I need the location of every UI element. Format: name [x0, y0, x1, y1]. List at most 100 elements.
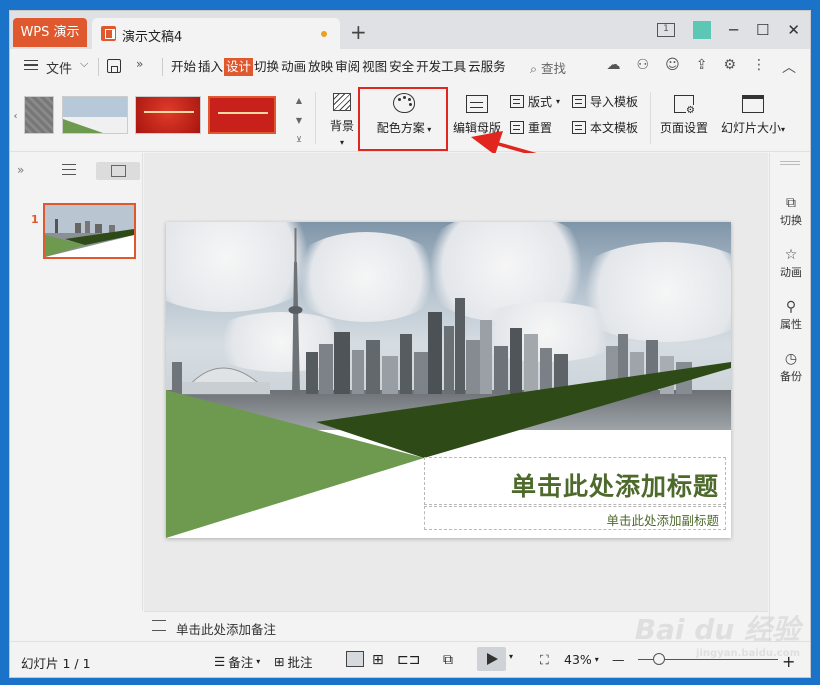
slide-view-button[interactable] — [96, 162, 140, 180]
app-tab[interactable]: WPS 演示 — [13, 18, 87, 47]
slide-subtitle: 单击此处添加副标题 — [606, 513, 719, 528]
search-button[interactable]: ⌕ 查找 — [530, 58, 566, 77]
divider — [98, 58, 99, 76]
properties-label: 属性 — [780, 318, 802, 331]
background-button[interactable]: 背景 ▾ — [327, 93, 357, 148]
slide-thumbnail-panel: » 1 — [10, 153, 143, 611]
tab-4[interactable]: 动画 — [280, 58, 307, 76]
chevron-down-icon[interactable]: ⌵ — [80, 57, 88, 71]
normal-view-button[interactable] — [346, 651, 364, 667]
theme-thumbnail[interactable] — [24, 96, 54, 134]
backup-label: 备份 — [780, 370, 802, 383]
minimize-button[interactable]: ─ — [729, 21, 738, 39]
tab-1[interactable]: 插入 — [197, 58, 224, 76]
notes-placeholder: 单击此处添加备注 — [176, 622, 277, 637]
task-pane-rail: ⧉ 切换 ☆ 动画 ⚲ 属性 ◷ 备份 — [769, 153, 810, 641]
theme-thumbnail[interactable] — [62, 96, 128, 134]
chevron-up-icon[interactable]: ▲ — [296, 96, 302, 105]
ribbon-tabs: 开始 插入 设计 切换 动画 放映 审阅 视图 安全 开发工具 云服务 — [170, 58, 507, 76]
more-options-icon[interactable]: ⋮ — [752, 57, 766, 77]
animation-star-icon: ☆ — [784, 247, 798, 263]
slide-size-button[interactable]: 幻灯片大小▾ — [717, 95, 789, 136]
tab-5[interactable]: 放映 — [307, 58, 334, 76]
layout-button[interactable]: 版式 ▾ — [510, 93, 560, 110]
layout-label: 版式 — [528, 95, 553, 109]
notes-toggle-button[interactable]: ☰ 备注 ▾ — [214, 652, 260, 671]
zoom-out-button[interactable]: — — [612, 652, 625, 667]
chevron-down-icon[interactable]: ▼ — [296, 116, 302, 125]
tab-7[interactable]: 视图 — [361, 58, 388, 76]
animation-pane-button[interactable]: ☆ 动画 — [770, 247, 810, 280]
file-menu[interactable]: 文件 — [46, 58, 72, 77]
background-icon — [333, 93, 351, 111]
expand-gallery-icon[interactable]: ⊻ — [296, 135, 302, 144]
chevron-down-icon[interactable]: ▾ — [509, 652, 513, 661]
transition-label: 切换 — [780, 214, 802, 227]
theme-thumbnail[interactable] — [208, 96, 276, 134]
tab-6[interactable]: 审阅 — [334, 58, 361, 76]
import-template-label: 导入模板 — [590, 95, 639, 109]
divider — [162, 58, 163, 76]
comment-button[interactable]: ⊞ 批注 — [274, 652, 313, 671]
title-bar: WPS 演示 演示文稿4 + 1 ─ ☐ ✕ — [10, 11, 810, 49]
comment-icon[interactable]: ☺ — [665, 57, 680, 77]
transition-icon: ⧉ — [786, 195, 796, 211]
save-icon[interactable] — [107, 59, 121, 73]
cloud-sync-icon[interactable]: ☁ — [607, 57, 621, 77]
tab-10[interactable]: 云服务 — [467, 58, 507, 76]
collapse-ribbon-icon[interactable]: ︿ — [782, 57, 796, 77]
window-controls: 1 ─ ☐ ✕ — [656, 11, 810, 49]
window-count-button[interactable]: 1 — [656, 23, 675, 37]
share-icon[interactable]: ⇪ — [696, 57, 708, 77]
import-template-button[interactable]: 导入模板 — [572, 93, 638, 110]
watermark-url: jingyan.baidu.com — [696, 648, 800, 659]
backup-pane-button[interactable]: ◷ 备份 — [770, 351, 810, 384]
zoom-value: 43% — [564, 652, 592, 667]
title-placeholder[interactable]: 单击此处添加标题 — [424, 457, 726, 505]
presenter-view-icon[interactable]: ⧉ — [443, 652, 453, 668]
document-title: 演示文稿4 — [122, 30, 183, 45]
play-slideshow-button[interactable] — [477, 647, 506, 671]
background-label: 背景 — [329, 119, 354, 133]
tab-9[interactable]: 开发工具 — [415, 58, 467, 76]
slide-size-label: 幻灯片大小 — [720, 121, 781, 135]
more-tools-icon[interactable]: » — [136, 57, 143, 71]
add-comment-icon: ⊞ — [274, 654, 285, 669]
collaborate-icon[interactable]: ⚇ — [637, 57, 650, 77]
slide-canvas: 单击此处添加标题 单击此处添加副标题 — [144, 153, 768, 611]
properties-pane-button[interactable]: ⚲ 属性 — [770, 299, 810, 332]
slide-thumbnail[interactable] — [43, 203, 136, 259]
presentation-file-icon — [101, 26, 116, 41]
tab-2[interactable]: 设计 — [224, 58, 254, 76]
tab-3[interactable]: 切换 — [253, 58, 280, 76]
animation-label: 动画 — [780, 266, 802, 279]
properties-icon: ⚲ — [785, 299, 797, 315]
slide[interactable]: 单击此处添加标题 单击此处添加副标题 — [166, 222, 731, 538]
avatar[interactable] — [692, 21, 711, 39]
tab-0[interactable]: 开始 — [170, 58, 197, 76]
maximize-button[interactable]: ☐ — [756, 21, 769, 39]
transition-pane-button[interactable]: ⧉ 切换 — [770, 195, 810, 228]
grid-view-icon[interactable]: ⊞ — [372, 652, 384, 668]
subtitle-placeholder[interactable]: 单击此处添加副标题 — [424, 506, 726, 530]
outline-view-icon[interactable] — [62, 164, 76, 175]
zoom-level[interactable]: 43% ▾ — [564, 652, 599, 667]
fit-to-window-icon[interactable]: ⛶ — [540, 652, 549, 668]
settings-gear-icon[interactable]: ⚙ — [723, 57, 736, 77]
menu-bar: 文件 ⌵ » 开始 插入 设计 切换 动画 放映 审阅 视图 安全 开发工具 云服务 ⌕ 查找 ☁ … — [10, 49, 810, 84]
hamburger-icon[interactable] — [24, 60, 38, 70]
close-button[interactable]: ✕ — [787, 21, 800, 39]
comment-label: 批注 — [287, 655, 313, 670]
slide-size-icon — [742, 95, 764, 113]
collapse-panel-icon[interactable]: » — [17, 163, 24, 177]
layout-icon — [510, 95, 524, 108]
theme-thumbnail[interactable] — [135, 96, 201, 134]
new-tab-button[interactable]: + — [350, 20, 367, 44]
scroll-left-icon[interactable]: ‹ — [10, 92, 21, 142]
color-scheme-highlight — [358, 87, 448, 151]
reading-view-icon[interactable]: ⊏⊐ — [397, 652, 420, 668]
document-tab[interactable]: 演示文稿4 — [92, 18, 340, 49]
tab-8[interactable]: 安全 — [388, 58, 415, 76]
theme-gallery-scroll[interactable]: ▲ ▼ ⊻ — [293, 96, 305, 144]
watermark-text: Bai du 经验 — [634, 613, 800, 646]
